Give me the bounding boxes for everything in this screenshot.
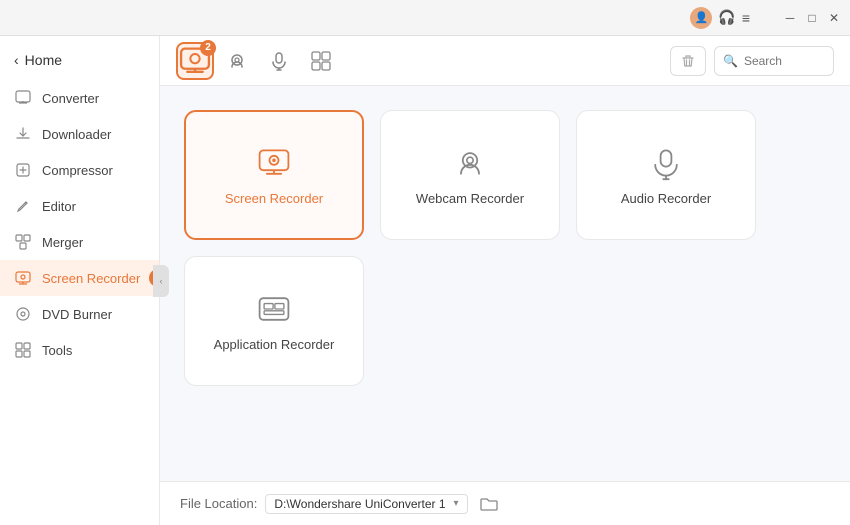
audio-recorder-card[interactable]: Audio Recorder: [576, 110, 756, 240]
editor-label: Editor: [42, 199, 76, 214]
dvd-burner-label: DVD Burner: [42, 307, 112, 322]
sidebar-item-editor[interactable]: Editor: [0, 188, 159, 224]
webcam-recorder-card-label: Webcam Recorder: [416, 191, 524, 206]
sidebar-collapse-handle[interactable]: ‹: [153, 265, 169, 297]
webcam-recorder-card[interactable]: Webcam Recorder: [380, 110, 560, 240]
toolbar-search-area: 🔍: [670, 46, 834, 76]
tab-apps[interactable]: [302, 42, 340, 80]
close-button[interactable]: ✕: [826, 10, 842, 26]
tab-webcam[interactable]: [218, 42, 256, 80]
maximize-button[interactable]: □: [804, 10, 820, 26]
home-label: Home: [25, 52, 62, 68]
screen-recorder-card[interactable]: Screen Recorder: [184, 110, 364, 240]
merger-icon: [14, 233, 32, 251]
search-icon: 🔍: [723, 54, 738, 68]
open-folder-button[interactable]: [476, 491, 502, 517]
dropdown-arrow-icon: ▾: [454, 498, 459, 509]
headphone-icon[interactable]: 🎧: [718, 9, 735, 26]
recorder-grid: Screen Recorder Webcam Recorder Audio: [160, 86, 850, 481]
merger-label: Merger: [42, 235, 83, 250]
toolbar-tab-badge: 2: [200, 40, 216, 56]
converter-icon: [14, 89, 32, 107]
delete-button[interactable]: [670, 46, 706, 76]
titlebar-controls: 👤 🎧 ≡ ─ □ ✕: [690, 7, 842, 29]
menu-icon[interactable]: ≡: [742, 10, 750, 26]
file-location-label: File Location:: [180, 496, 257, 511]
dvd-burner-icon: [14, 305, 32, 323]
screen-recorder-card-label: Screen Recorder: [225, 191, 323, 206]
file-path-value: D:\Wondershare UniConverter 1: [274, 497, 445, 511]
user-avatar[interactable]: 👤: [690, 7, 712, 29]
app-body: ‹ Home Converter Downloader: [0, 36, 850, 525]
app-recorder-card[interactable]: Application Recorder: [184, 256, 364, 386]
minimize-button[interactable]: ─: [782, 10, 798, 26]
footer: File Location: D:\Wondershare UniConvert…: [160, 481, 850, 525]
audio-recorder-card-label: Audio Recorder: [621, 191, 711, 206]
sidebar-item-tools[interactable]: Tools: [0, 332, 159, 368]
search-box: 🔍: [714, 46, 834, 76]
sidebar-item-screen-recorder[interactable]: Screen Recorder 1: [0, 260, 159, 296]
tab-audio[interactable]: [260, 42, 298, 80]
converter-label: Converter: [42, 91, 99, 106]
search-input[interactable]: [744, 54, 825, 68]
downloader-icon: [14, 125, 32, 143]
screen-recorder-label: Screen Recorder: [42, 271, 140, 286]
sidebar-item-merger[interactable]: Merger: [0, 224, 159, 260]
editor-icon: [14, 197, 32, 215]
sidebar-item-dvd-burner[interactable]: DVD Burner: [0, 296, 159, 332]
sidebar-item-converter[interactable]: Converter: [0, 80, 159, 116]
downloader-label: Downloader: [42, 127, 111, 142]
screen-recorder-icon: [14, 269, 32, 287]
main-content: 2: [160, 36, 850, 525]
file-path-select[interactable]: D:\Wondershare UniConverter 1 ▾: [265, 494, 467, 514]
tab-screen[interactable]: 2: [176, 42, 214, 80]
tools-label: Tools: [42, 343, 72, 358]
toolbar: 2: [160, 36, 850, 86]
chevron-left-icon: ‹: [14, 52, 19, 68]
sidebar: ‹ Home Converter Downloader: [0, 36, 160, 525]
tools-icon: [14, 341, 32, 359]
compressor-label: Compressor: [42, 163, 113, 178]
sidebar-item-compressor[interactable]: Compressor: [0, 152, 159, 188]
app-recorder-card-label: Application Recorder: [214, 337, 335, 352]
titlebar: 👤 🎧 ≡ ─ □ ✕: [0, 0, 850, 36]
sidebar-item-downloader[interactable]: Downloader: [0, 116, 159, 152]
compressor-icon: [14, 161, 32, 179]
sidebar-home[interactable]: ‹ Home: [0, 44, 159, 80]
